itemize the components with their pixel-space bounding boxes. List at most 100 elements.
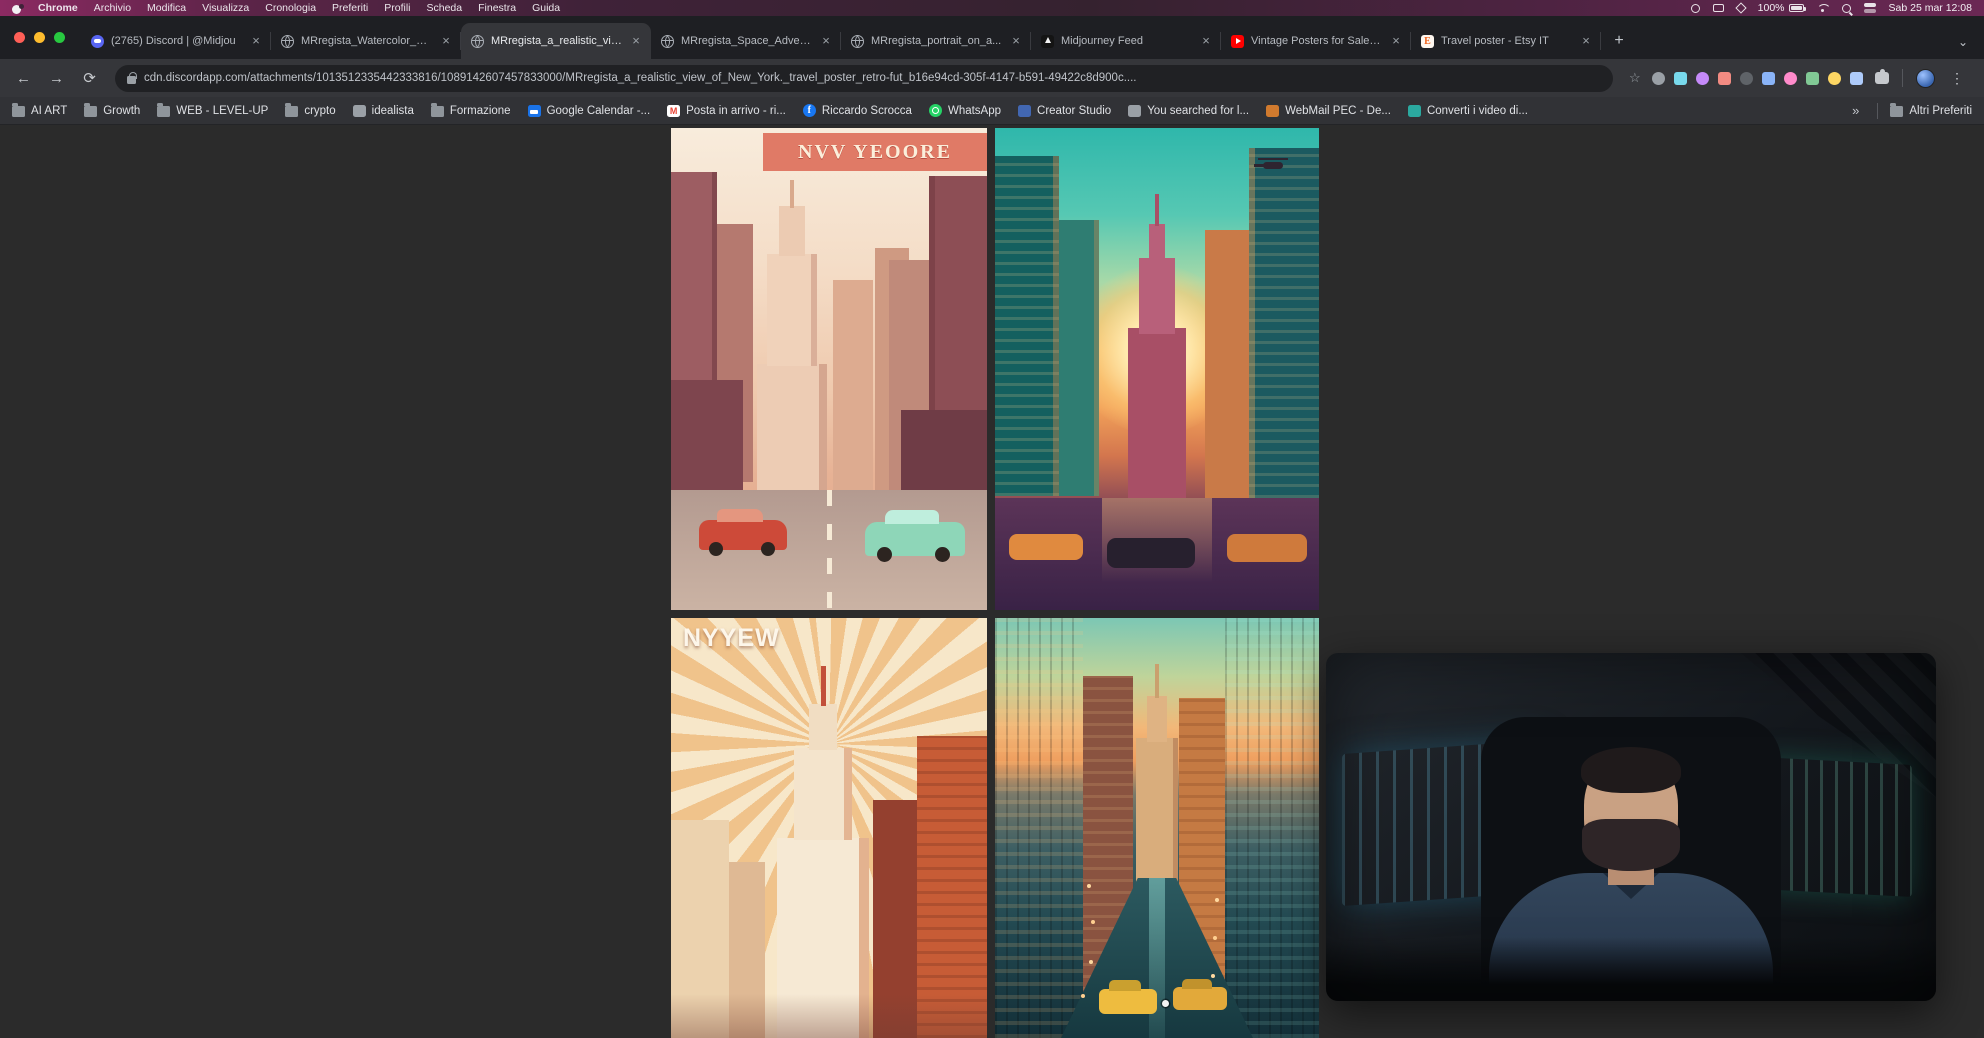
minimize-window-button[interactable] — [34, 32, 45, 43]
menubar-item-visualizza[interactable]: Visualizza — [202, 2, 249, 14]
bookmark-facebook-profile[interactable]: Riccardo Scrocca — [803, 104, 912, 117]
building — [1205, 230, 1249, 498]
address-bar[interactable]: cdn.discordapp.com/attachments/101351233… — [115, 65, 1613, 92]
building-spire — [790, 180, 794, 208]
bookmark-label: WebMail PEC - De... — [1285, 105, 1391, 117]
tab-close-button[interactable]: × — [629, 34, 643, 48]
extension-icon[interactable] — [1674, 72, 1687, 85]
tab-space-adventure[interactable]: MRregista_Space_Advent... × — [651, 23, 841, 59]
extension-icon[interactable] — [1850, 72, 1863, 85]
tab-vintage-posters[interactable]: Vintage Posters for Sale | ... × — [1221, 23, 1411, 59]
menubar-item-modifica[interactable]: Modifica — [147, 2, 186, 14]
profile-avatar[interactable] — [1916, 69, 1935, 88]
extension-icon[interactable] — [1652, 72, 1665, 85]
empire-state-building — [1139, 258, 1175, 334]
tab-midjourney-feed[interactable]: Midjourney Feed × — [1031, 23, 1221, 59]
tab-close-button[interactable]: × — [1009, 34, 1023, 48]
bookmark-web-level-up[interactable]: WEB - LEVEL-UP — [157, 105, 268, 117]
tab-watercolor[interactable]: MRregista_Watercolor_Pa... × — [271, 23, 461, 59]
menubar-item-cronologia[interactable]: Cronologia — [265, 2, 316, 14]
bookmark-gmail-inbox[interactable]: Posta in arrivo - ri... — [667, 105, 786, 117]
lock-icon[interactable] — [127, 76, 136, 84]
globe-favicon — [851, 35, 864, 48]
tab-search-chevron[interactable]: ⌄ — [1948, 35, 1978, 49]
tab-close-button[interactable]: × — [1389, 34, 1403, 48]
extension-icon[interactable] — [1696, 72, 1709, 85]
youtube-favicon — [1231, 35, 1244, 48]
menubar-clock[interactable]: Sab 25 mar 12:08 — [1889, 2, 1972, 14]
extensions-puzzle-icon[interactable] — [1875, 72, 1889, 84]
bookmarks-right: » Altri Preferiti — [1846, 102, 1972, 119]
zoom-window-button[interactable] — [54, 32, 65, 43]
extension-icon[interactable] — [1718, 72, 1731, 85]
bookmark-idealista[interactable]: idealista — [353, 105, 414, 117]
control-center-icon[interactable] — [1864, 3, 1876, 13]
tab-close-button[interactable]: × — [819, 34, 833, 48]
bookmark-webmail-pec[interactable]: WebMail PEC - De... — [1266, 105, 1391, 117]
tab-close-button[interactable]: × — [439, 34, 453, 48]
battery-status[interactable]: 100% — [1758, 2, 1804, 14]
bluetooth-icon[interactable] — [1735, 2, 1746, 13]
url-text[interactable]: cdn.discordapp.com/attachments/101351233… — [144, 72, 1601, 84]
poster-bottom-left: NYYEW — [671, 618, 987, 1038]
menubar-item-profili[interactable]: Profili — [384, 2, 410, 14]
other-bookmarks-label: Altri Preferiti — [1909, 105, 1972, 117]
menubar-item-chrome[interactable]: Chrome — [38, 2, 78, 14]
building — [833, 280, 873, 490]
apple-icon[interactable] — [12, 3, 22, 14]
new-tab-button[interactable]: + — [1605, 27, 1633, 55]
menubar-status-area: 100% Sab 25 mar 12:08 — [1691, 2, 1972, 14]
menubar-item-preferiti[interactable]: Preferiti — [332, 2, 368, 14]
bookmark-creator-studio[interactable]: Creator Studio — [1018, 105, 1111, 117]
folder-icon — [12, 106, 25, 117]
bookmark-crypto[interactable]: crypto — [285, 105, 335, 117]
tab-title: MRregista_a_realistic_vie... — [491, 35, 622, 47]
bookmarks-overflow-button[interactable]: » — [1846, 102, 1865, 119]
bookmark-you-searched[interactable]: You searched for l... — [1128, 105, 1249, 117]
folder-icon — [84, 106, 97, 117]
reload-button[interactable]: ⟳ — [76, 65, 103, 92]
spotlight-search-icon[interactable] — [1842, 4, 1851, 13]
tab-close-button[interactable]: × — [1579, 34, 1593, 48]
other-bookmarks-button[interactable]: Altri Preferiti — [1890, 105, 1972, 117]
tab-close-button[interactable]: × — [1199, 34, 1213, 48]
tab-title: (2765) Discord | @Midjou — [111, 35, 242, 47]
tab-title: Travel poster - Etsy IT — [1441, 35, 1572, 47]
tab-close-button[interactable]: × — [249, 34, 263, 48]
tab-realistic-view-active[interactable]: MRregista_a_realistic_vie... × — [461, 23, 651, 59]
bookmark-star-icon[interactable] — [1629, 71, 1643, 85]
bookmark-whatsapp[interactable]: WhatsApp — [929, 104, 1001, 117]
menubar-item-archivio[interactable]: Archivio — [94, 2, 131, 14]
toolbar-divider — [1902, 69, 1903, 87]
empire-state-building — [1128, 328, 1186, 508]
menubar-item-scheda[interactable]: Scheda — [427, 2, 463, 14]
menubar-item-guida[interactable]: Guida — [532, 2, 560, 14]
forward-button[interactable]: → — [43, 65, 70, 92]
menubar-item-finestra[interactable]: Finestra — [478, 2, 516, 14]
tab-portrait[interactable]: MRregista_portrait_on_a... × — [841, 23, 1031, 59]
display-icon[interactable] — [1713, 4, 1724, 12]
tab-discord[interactable]: (2765) Discord | @Midjou × — [81, 23, 271, 59]
cast-icon[interactable] — [1691, 4, 1700, 13]
extension-icon[interactable] — [1762, 72, 1775, 85]
extension-icon[interactable] — [1806, 72, 1819, 85]
close-window-button[interactable] — [14, 32, 25, 43]
bookmark-converti-video[interactable]: Converti i video di... — [1408, 105, 1528, 117]
extension-icon[interactable] — [1740, 72, 1753, 85]
back-button[interactable]: ← — [10, 65, 37, 92]
bookmark-ai-art[interactable]: AI ART — [12, 105, 67, 117]
extension-icon[interactable] — [1784, 72, 1797, 85]
car — [1227, 534, 1307, 562]
menubar-left: Chrome Archivio Modifica Visualizza Cron… — [12, 2, 560, 14]
bookmarks-bar: AI ART Growth WEB - LEVEL-UP crypto idea… — [0, 97, 1984, 125]
bookmark-google-calendar[interactable]: Google Calendar -... — [528, 105, 651, 117]
tab-etsy[interactable]: Travel poster - Etsy IT × — [1411, 23, 1601, 59]
bookmark-growth[interactable]: Growth — [84, 105, 140, 117]
building — [1249, 148, 1319, 498]
folder-icon — [285, 106, 298, 117]
wifi-icon[interactable] — [1817, 4, 1829, 12]
extension-icon[interactable] — [1828, 72, 1841, 85]
bookmark-formazione[interactable]: Formazione — [431, 105, 511, 117]
attachment-image[interactable]: NVV YEOORE — [671, 128, 1319, 1038]
chrome-menu-button[interactable]: ⋮ — [1944, 70, 1970, 87]
